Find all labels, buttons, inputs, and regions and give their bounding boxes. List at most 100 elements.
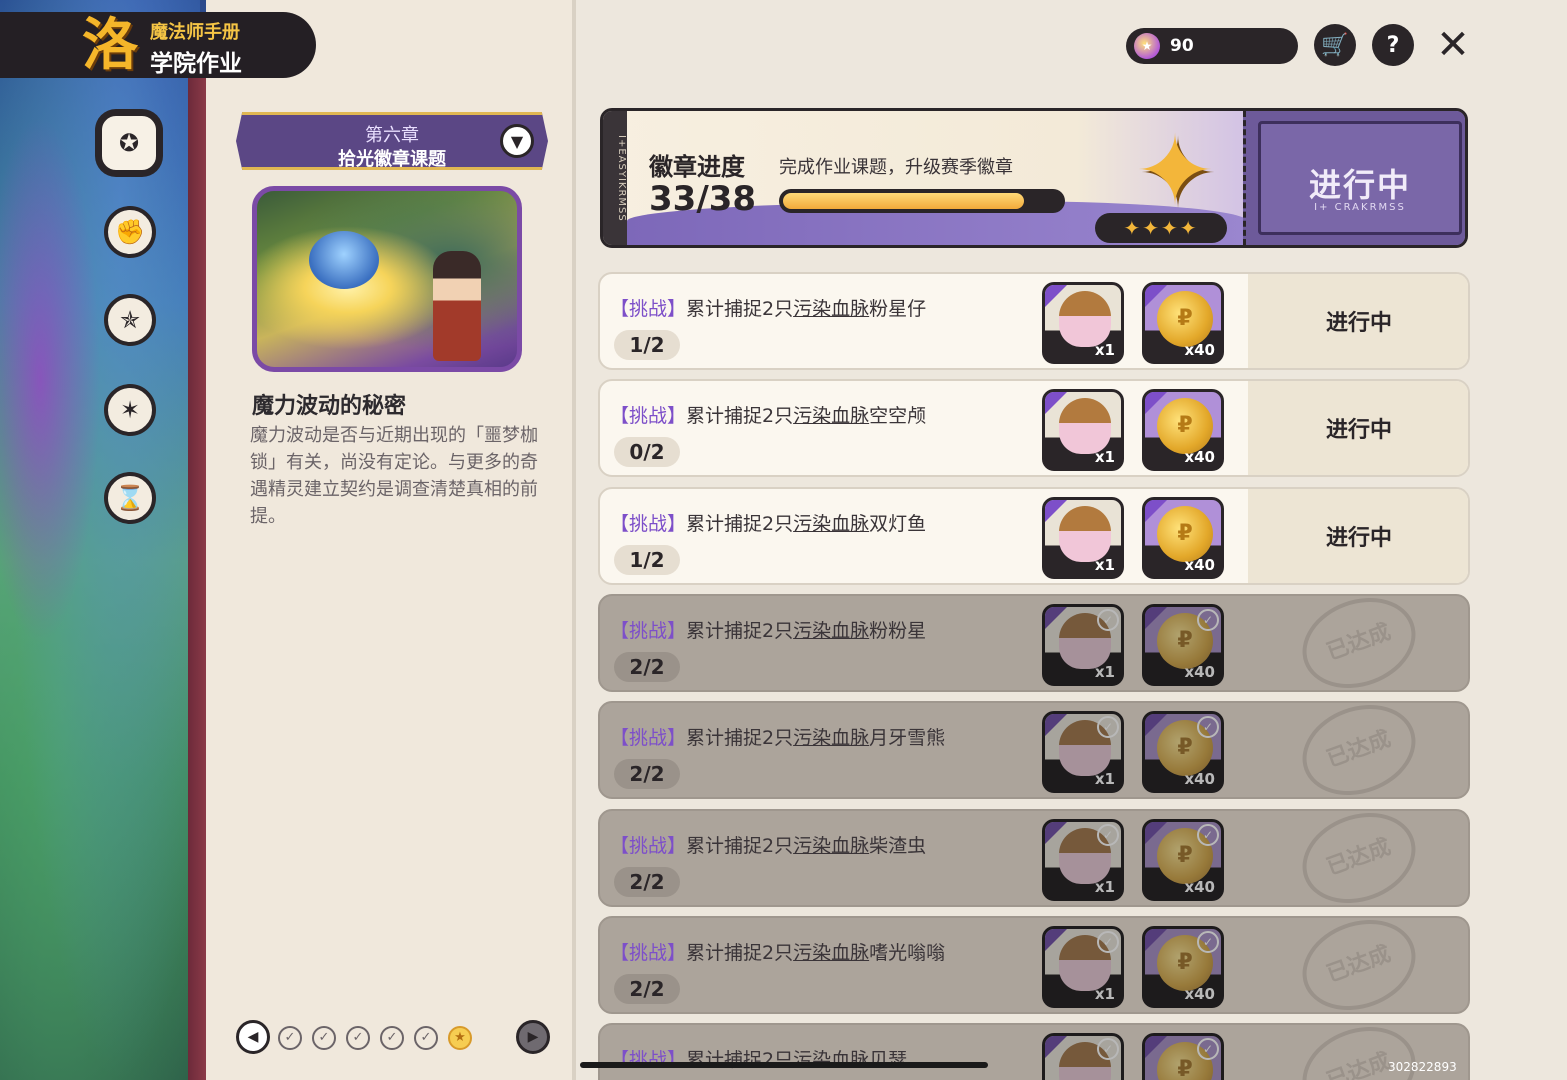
completed-stamp: 已达成: [1289, 811, 1429, 905]
task-status[interactable]: 进行中: [1248, 381, 1468, 475]
badge-side-runes: I+EASYIKRMSS: [603, 111, 627, 245]
reward-acorn-item[interactable]: x1 ✓: [1042, 819, 1124, 901]
currency-gem-icon: ★: [1134, 33, 1160, 59]
task-progress-count: 2/2: [614, 867, 680, 897]
task-progress-count: 2/2: [614, 759, 680, 789]
reward-quantity: x40: [1184, 985, 1215, 1003]
task-prefix: 累计捕捉2只: [686, 620, 794, 642]
task-tag: 【挑战】: [610, 835, 687, 857]
badge-status-runes: I+ CRAKRMSS: [1314, 202, 1406, 213]
task-creature-name: 空空颅: [869, 405, 927, 427]
check-icon: ✓: [1097, 716, 1119, 738]
task-progress-count: 2/2: [614, 974, 680, 1004]
task-target-link[interactable]: 污染血脉: [793, 298, 869, 320]
check-icon: ✓: [1197, 824, 1219, 846]
reward-coin-item[interactable]: ₽ ✓: [1142, 1033, 1224, 1080]
task-row[interactable]: 【挑战】累计捕捉2只污染血脉空空颅 0/2 x1 ₽ x40 进行中: [598, 379, 1470, 477]
task-target-link[interactable]: 污染血脉: [793, 620, 869, 642]
reward-acorn-item[interactable]: ✓: [1042, 1033, 1124, 1080]
reward-quantity: x1: [1094, 341, 1115, 359]
gear-book-icon[interactable]: ✪: [98, 112, 160, 174]
reward-quantity: x1: [1094, 770, 1115, 788]
pager-check-icon[interactable]: ✓: [312, 1026, 336, 1050]
pager-check-icon[interactable]: ✓: [278, 1026, 302, 1050]
task-target-link[interactable]: 污染血脉: [793, 727, 869, 749]
task-tag: 【挑战】: [610, 405, 687, 427]
completed-stamp: 已达成: [1289, 703, 1429, 797]
chapter-description: 魔力波动是否与近期出现的「噩梦枷锁」有关，尚没有定论。与更多的奇遇精灵建立契约是…: [250, 425, 538, 527]
reward-coin-item[interactable]: ₽ x40: [1142, 497, 1224, 579]
reward-coin-item[interactable]: ₽ x40 ✓: [1142, 819, 1224, 901]
next-arrow-icon[interactable]: ▶: [516, 1020, 550, 1054]
task-description: 【挑战】累计捕捉2只污染血脉柴渣虫: [610, 831, 926, 858]
pager-check-icon[interactable]: ✓: [380, 1026, 404, 1050]
completed-stamp: 已达成: [1289, 918, 1429, 1012]
task-row[interactable]: 【挑战】累计捕捉2只污染血脉嗜光嗡嗡 2/2 x1 ✓ ₽ x40 ✓ 已达成: [598, 916, 1470, 1014]
reward-coin-item[interactable]: ₽ x40 ✓: [1142, 711, 1224, 793]
task-target-link[interactable]: 污染血脉: [793, 513, 869, 535]
previous-arrow-icon[interactable]: ◀: [236, 1020, 270, 1054]
task-status: 已达成: [1248, 811, 1468, 905]
help-icon[interactable]: ?: [1372, 24, 1414, 66]
season-badge-emblem: ✦: [1103, 117, 1233, 227]
task-progress-count: 0/2: [614, 437, 680, 467]
shop-cart-icon[interactable]: 🛒: [1314, 24, 1356, 66]
watermark: 302822893: [1388, 1060, 1457, 1074]
reward-acorn-item[interactable]: x1 ✓: [1042, 926, 1124, 1008]
star-hourglass-icon[interactable]: ⌛: [104, 472, 156, 524]
reward-quantity: x40: [1184, 556, 1215, 574]
reward-acorn-item[interactable]: x1: [1042, 497, 1124, 579]
task-progress-count: 1/2: [614, 545, 680, 575]
reward-acorn-item[interactable]: x1: [1042, 282, 1124, 364]
check-icon: ✓: [1097, 609, 1119, 631]
pager-check-icon[interactable]: ✓: [414, 1026, 438, 1050]
badge-progress-card[interactable]: I+EASYIKRMSS 徽章进度 完成作业课题，升级赛季徽章 33/38 ✦ …: [600, 108, 1468, 248]
chapter-illustration: [252, 186, 522, 372]
reward-coin-item[interactable]: ₽ x40 ✓: [1142, 926, 1224, 1008]
pager-check-icon[interactable]: ✓: [346, 1026, 370, 1050]
task-creature-name: 月牙雪熊: [869, 727, 946, 749]
task-row[interactable]: 【挑战】累计捕捉2只污染血脉粉星仔 1/2 x1 ₽ x40 进行中: [598, 272, 1470, 370]
task-creature-name: 粉星仔: [869, 298, 927, 320]
badge-subtitle: 完成作业课题，升级赛季徽章: [779, 157, 1013, 178]
task-prefix: 累计捕捉2只: [686, 835, 794, 857]
reward-quantity: x40: [1184, 663, 1215, 681]
task-description: 【挑战】累计捕捉2只污染血脉双灯鱼: [610, 509, 926, 536]
check-icon: ✓: [1197, 716, 1219, 738]
reward-quantity: x1: [1094, 878, 1115, 896]
pager-star-icon[interactable]: ★: [448, 1026, 472, 1050]
app-title: 学院作业: [150, 51, 242, 77]
reward-acorn-item[interactable]: x1 ✓: [1042, 604, 1124, 686]
task-row[interactable]: 【挑战】累计捕捉2只污染血脉柴渣虫 2/2 x1 ✓ ₽ x40 ✓ 已达成: [598, 809, 1470, 907]
task-description: 【挑战】累计捕捉2只污染血脉月牙雪熊: [610, 723, 945, 750]
reward-acorn-item[interactable]: x1 ✓: [1042, 711, 1124, 793]
reward-acorn-item[interactable]: x1: [1042, 389, 1124, 471]
task-prefix: 累计捕捉2只: [686, 405, 794, 427]
reward-coin-item[interactable]: ₽ x40 ✓: [1142, 604, 1224, 686]
task-prefix: 累计捕捉2只: [686, 727, 794, 749]
star-link-icon[interactable]: ✶: [104, 384, 156, 436]
task-target-link[interactable]: 污染血脉: [793, 942, 869, 964]
fist-card-icon[interactable]: ✊: [104, 206, 156, 258]
completed-stamp: 已达成: [1289, 596, 1429, 690]
badge-star-rating: ✦✦✦✦: [1095, 213, 1227, 243]
task-target-link[interactable]: 污染血脉: [793, 835, 869, 857]
chevron-down-icon[interactable]: ▼: [500, 124, 534, 158]
badge-count: 33/38: [649, 179, 757, 219]
task-status[interactable]: 进行中: [1248, 274, 1468, 368]
badge-status-frame: 进行中 I+ CRAKRMSS: [1258, 121, 1462, 235]
task-row[interactable]: 【挑战】累计捕捉2只污染血脉贝瑟 ✓ ₽ ✓ 已达成: [598, 1023, 1470, 1080]
task-row[interactable]: 【挑战】累计捕捉2只污染血脉月牙雪熊 2/2 x1 ✓ ₽ x40 ✓ 已达成: [598, 701, 1470, 799]
task-status: 已达成: [1248, 596, 1468, 690]
reward-coin-item[interactable]: ₽ x40: [1142, 389, 1224, 471]
task-status[interactable]: 进行中: [1248, 489, 1468, 583]
star-moon-icon[interactable]: ✯: [104, 294, 156, 346]
task-row[interactable]: 【挑战】累计捕捉2只污染血脉粉粉星 2/2 x1 ✓ ₽ x40 ✓ 已达成: [598, 594, 1470, 692]
close-icon[interactable]: ✕: [1432, 22, 1474, 68]
task-target-link[interactable]: 污染血脉: [793, 405, 869, 427]
currency-display[interactable]: ★ 90: [1126, 28, 1298, 64]
reward-coin-item[interactable]: ₽ x40: [1142, 282, 1224, 364]
reward-quantity: x1: [1094, 556, 1115, 574]
task-creature-name: 嗜光嗡嗡: [869, 942, 946, 964]
task-row[interactable]: 【挑战】累计捕捉2只污染血脉双灯鱼 1/2 x1 ₽ x40 进行中: [598, 487, 1470, 585]
